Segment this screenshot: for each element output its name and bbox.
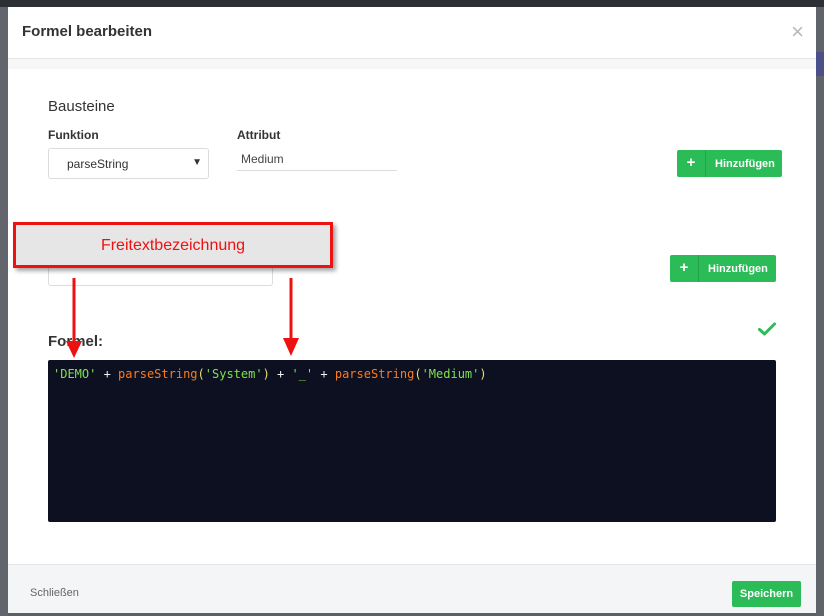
header-divider <box>8 59 816 69</box>
formula-editor[interactable]: 'DEMO' + parseString('System') + '_' + p… <box>48 360 776 522</box>
function-select[interactable]: parseString ▼ <box>48 148 209 179</box>
formula-token: + <box>96 367 119 381</box>
save-button[interactable]: Speichern <box>732 581 801 607</box>
formula-token: 'Medium' <box>421 367 480 381</box>
formula-code-line: 'DEMO' + parseString('System') + '_' + p… <box>53 367 487 381</box>
formula-token: 'DEMO' <box>53 367 97 381</box>
formula-token: parseString <box>334 367 415 381</box>
formula-token: ( <box>197 367 205 381</box>
formula-token: 'System' <box>204 367 263 381</box>
background-button <box>816 52 824 76</box>
add-free-text-button-label: Hinzufügen <box>708 263 768 275</box>
plus-icon: + <box>670 255 699 282</box>
add-block-button-label: Hinzufügen <box>715 158 775 170</box>
function-select-value: parseString <box>67 157 129 171</box>
edit-formula-modal: Formel bearbeiten × Bausteine Funktion p… <box>8 7 816 613</box>
modal-footer: Schließen Speichern <box>8 564 816 613</box>
formula-token: '_' <box>291 367 314 381</box>
modal-header: Formel bearbeiten × <box>8 7 816 59</box>
formula-token: + <box>269 367 292 381</box>
formula-token: ) <box>262 367 270 381</box>
background-right <box>816 7 824 616</box>
formula-token: ) <box>479 367 487 381</box>
check-icon <box>758 322 776 341</box>
formula-token: ( <box>414 367 422 381</box>
section-title-blocks: Bausteine <box>48 98 115 115</box>
chevron-down-icon: ▼ <box>192 157 202 168</box>
function-label: Funktion <box>48 128 99 142</box>
close-icon[interactable]: × <box>791 19 804 45</box>
close-button[interactable]: Schließen <box>30 587 79 599</box>
attribute-label: Attribut <box>237 128 281 142</box>
plus-icon: + <box>677 150 706 177</box>
add-free-text-button[interactable]: + Hinzufügen <box>670 255 776 282</box>
attribute-input-value: Medium <box>241 152 284 166</box>
formula-token: + <box>313 367 335 381</box>
background-left <box>0 7 8 616</box>
formula-label: Formel: <box>48 333 104 350</box>
add-block-button[interactable]: + Hinzufügen <box>677 150 782 177</box>
formula-token: parseString <box>118 367 198 381</box>
annotation-callout: Freitextbezeichnung <box>13 222 333 268</box>
annotation-callout-text: Freitextbezeichnung <box>100 237 246 254</box>
background-topbar <box>0 0 824 7</box>
attribute-input[interactable]: Medium <box>237 148 397 171</box>
modal-title: Formel bearbeiten <box>22 23 153 40</box>
